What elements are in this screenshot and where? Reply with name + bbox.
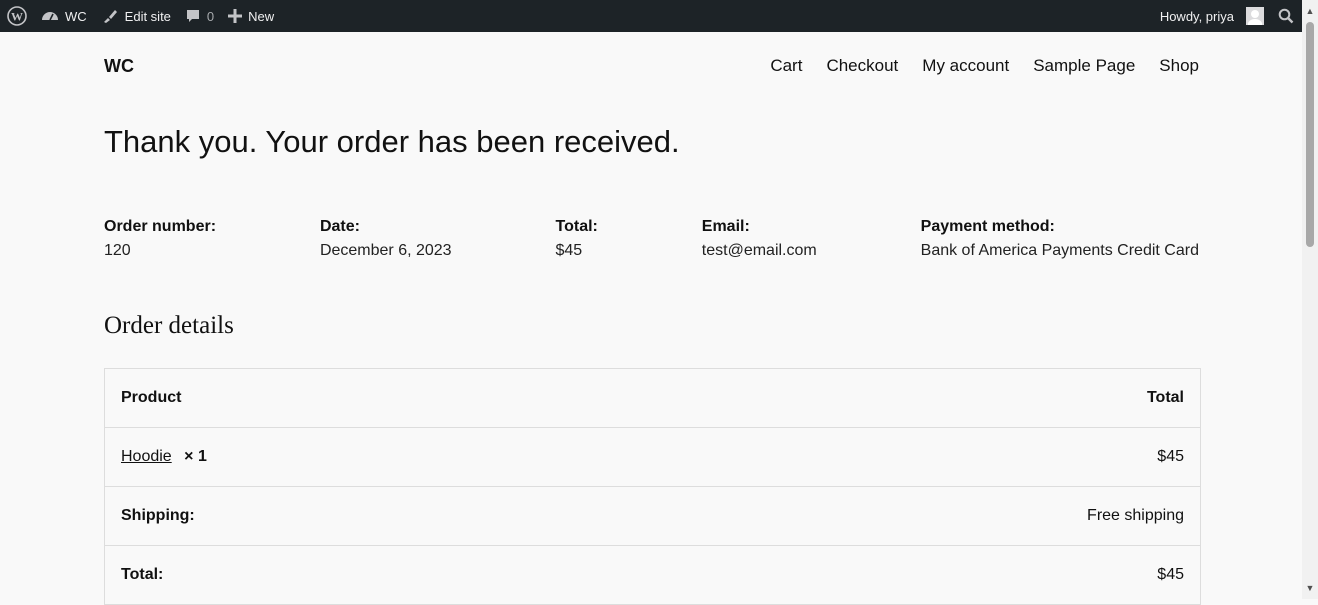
site-name-menu[interactable]: WC [34,0,94,32]
nav-my-account[interactable]: My account [922,56,1009,76]
table-row: Total: $45 [105,546,1200,605]
table-row: Shipping: Free shipping [105,487,1200,546]
table-header-row: Product Total [105,369,1200,428]
search-icon[interactable] [1271,0,1302,32]
comments-count: 0 [206,8,215,24]
order-number-value: 120 [104,242,131,259]
nav-shop[interactable]: Shop [1159,56,1199,76]
page-scrollbar[interactable]: ▲ ▼ [1302,0,1318,599]
scroll-down-icon[interactable]: ▼ [1302,580,1318,596]
dashboard-icon [41,8,59,24]
admin-bar: W WC Edit site 0 New Howdy, priya [0,0,1302,32]
comment-icon [185,8,201,24]
scroll-up-icon[interactable]: ▲ [1302,3,1318,19]
product-column-header: Product [121,389,182,406]
total-column-header: Total [1146,389,1184,406]
order-email-label: Email: [701,218,750,235]
site-title[interactable]: WC [104,56,134,77]
product-link[interactable]: Hoodie [121,448,172,465]
edit-site-button[interactable]: Edit site [94,0,178,32]
primary-navigation: Cart Checkout My account Sample Page Sho… [770,56,1199,76]
svg-text:W: W [11,10,23,24]
grand-total-label: Total: [121,566,164,583]
shipping-value: Free shipping [1087,507,1184,524]
order-total-item: Total: $45 [556,218,598,260]
order-date-item: Date: December 6, 2023 [320,218,452,260]
line-item: Hoodie × 1 [121,448,207,466]
order-overview: Order number: 120 Date: December 6, 2023… [104,218,1199,260]
payment-method-value: Bank of America Payments Credit Card [920,242,1199,259]
new-content-button[interactable]: New [221,0,281,32]
order-total-value: $45 [555,242,583,259]
order-email-value: test@email.com [701,242,817,259]
edit-site-label: Edit site [124,8,171,24]
account-menu[interactable]: Howdy, priya [1153,0,1271,32]
order-received-heading: Thank you. Your order has been received. [104,124,680,159]
site-name-label: WC [65,8,87,24]
order-number-label: Order number: [104,218,217,235]
payment-method-item: Payment method: Bank of America Payments… [921,218,1199,260]
new-label: New [248,8,275,24]
wordpress-logo-icon[interactable]: W [0,0,34,32]
order-details-table: Product Total Hoodie × 1 $45 Shipping: F… [104,368,1201,605]
grand-total-value: $45 [1157,566,1184,583]
howdy-greeting: Howdy, priya [1159,8,1234,24]
table-row: Hoodie × 1 $45 [105,428,1200,487]
line-item-total: $45 [1157,448,1184,465]
order-date-label: Date: [319,218,360,235]
scrollbar-thumb[interactable] [1306,22,1314,247]
nav-sample-page[interactable]: Sample Page [1033,56,1135,76]
order-date-value: December 6, 2023 [319,242,452,259]
order-number-item: Order number: 120 [104,218,216,260]
nav-cart[interactable]: Cart [770,56,802,76]
brush-icon [101,8,119,24]
payment-method-label: Payment method: [920,218,1055,235]
nav-checkout[interactable]: Checkout [826,56,898,76]
order-email-item: Email: test@email.com [702,218,817,260]
order-details-heading: Order details [104,312,234,339]
shipping-label: Shipping: [121,507,195,524]
order-total-label: Total: [555,218,598,235]
comments-button[interactable]: 0 [178,0,221,32]
plus-icon [228,9,243,23]
product-quantity: × 1 [184,448,207,465]
avatar [1246,7,1264,25]
